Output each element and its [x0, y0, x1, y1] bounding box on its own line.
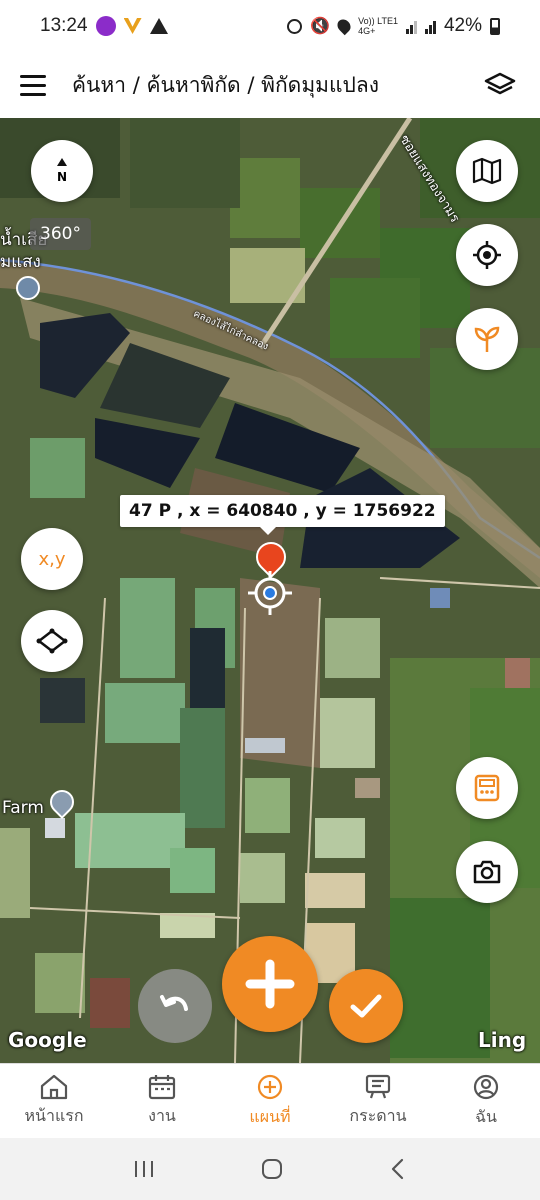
back-icon[interactable]: [388, 1157, 408, 1181]
app-notification-icon: [123, 18, 142, 34]
undo-button[interactable]: [138, 969, 212, 1043]
camera-icon: [473, 860, 501, 884]
status-bar: 13:24 🔇 Vo)) LTE1 4G+ 42%: [0, 0, 540, 52]
polygon-button[interactable]: [21, 610, 83, 672]
map-add-icon: [257, 1074, 283, 1099]
nav-item-profile[interactable]: ฉัน: [432, 1064, 540, 1138]
undo-icon: [160, 995, 188, 1011]
camera-button[interactable]: [456, 841, 518, 903]
recent-apps-icon[interactable]: [132, 1158, 156, 1180]
network-gen-label: 4G+: [358, 26, 376, 36]
confirm-button[interactable]: [329, 969, 403, 1043]
target-crosshair-icon: [246, 569, 294, 617]
nav-label-map: แผนที่: [249, 1106, 291, 1126]
signal-icon-2: [424, 18, 436, 34]
google-label: Google: [8, 1028, 87, 1052]
system-nav-bar: [0, 1138, 540, 1200]
map-icon: [472, 157, 502, 185]
nav-item-tasks[interactable]: งาน: [108, 1064, 216, 1138]
nav-label-profile: ฉัน: [475, 1106, 497, 1126]
layers-icon[interactable]: [480, 65, 520, 105]
nav-item-board[interactable]: กระดาน: [324, 1064, 432, 1138]
polygon-icon: [36, 628, 68, 654]
farm-label: Farm: [2, 798, 44, 818]
calculator-button[interactable]: [456, 757, 518, 819]
calendar-icon: [148, 1074, 176, 1099]
status-time: 13:24: [40, 15, 88, 36]
nav-label-home: หน้าแรก: [24, 1105, 84, 1125]
museum-icon: [16, 276, 40, 300]
app-bar: ค้นหา / ค้นหาพิกัด / พิกัดมุมแปลง: [0, 52, 540, 118]
my-location-button[interactable]: [456, 224, 518, 286]
coordinate-label: 47 P , x = 640840 , y = 1756922: [120, 495, 445, 535]
bottom-nav: หน้าแรก งาน แผนที่ กระดาน ฉัน: [0, 1063, 540, 1138]
battery-icon: [490, 17, 500, 35]
map-view-button[interactable]: [456, 140, 518, 202]
hamburger-icon[interactable]: [20, 68, 54, 102]
battery-percent: 42%: [443, 15, 482, 36]
ling-label: Ling: [478, 1028, 527, 1052]
mute-icon: 🔇: [310, 18, 331, 35]
home-icon: [40, 1074, 68, 1099]
location-icon: [334, 16, 354, 36]
place-label-2: มแสง: [0, 252, 41, 272]
compass-button[interactable]: N: [31, 140, 93, 202]
add-point-button[interactable]: [222, 936, 318, 1032]
profile-icon: [473, 1074, 499, 1099]
network-type-label: Vo)) LTE1: [358, 16, 398, 26]
board-icon: [365, 1074, 391, 1098]
network-label: Vo)) LTE1 4G+: [358, 16, 398, 36]
compass-label: N: [56, 170, 68, 184]
signal-icon: [405, 18, 417, 34]
sprout-icon: [474, 326, 500, 352]
plus-icon: [245, 959, 295, 1009]
xy-coordinate-button[interactable]: x,y: [21, 528, 83, 590]
view-360-label: 360°: [40, 224, 81, 244]
nav-item-home[interactable]: หน้าแรก: [0, 1064, 108, 1138]
check-icon: [350, 994, 382, 1018]
nav-item-map[interactable]: แผนที่: [216, 1064, 324, 1138]
nav-label-tasks: งาน: [148, 1105, 176, 1125]
calculator-icon: [474, 774, 500, 802]
alarm-icon: [287, 18, 303, 34]
view-360-button[interactable]: 360°: [30, 218, 91, 250]
game-app-icon: [95, 16, 116, 36]
home-system-icon[interactable]: [260, 1157, 284, 1181]
map-view[interactable]: ซอยแสงทองจามร คลองไส้ไก่ลำคลอง น้ำเสีย ม…: [0, 118, 540, 1063]
nav-label-board: กระดาน: [349, 1105, 407, 1125]
crosshair-icon: [473, 241, 501, 269]
compass-arrow-icon: [57, 158, 67, 166]
plant-button[interactable]: [456, 308, 518, 370]
warning-icon: [149, 18, 168, 34]
breadcrumb: ค้นหา / ค้นหาพิกัด / พิกัดมุมแปลง: [72, 72, 379, 97]
xy-button-label: x,y: [38, 548, 66, 570]
